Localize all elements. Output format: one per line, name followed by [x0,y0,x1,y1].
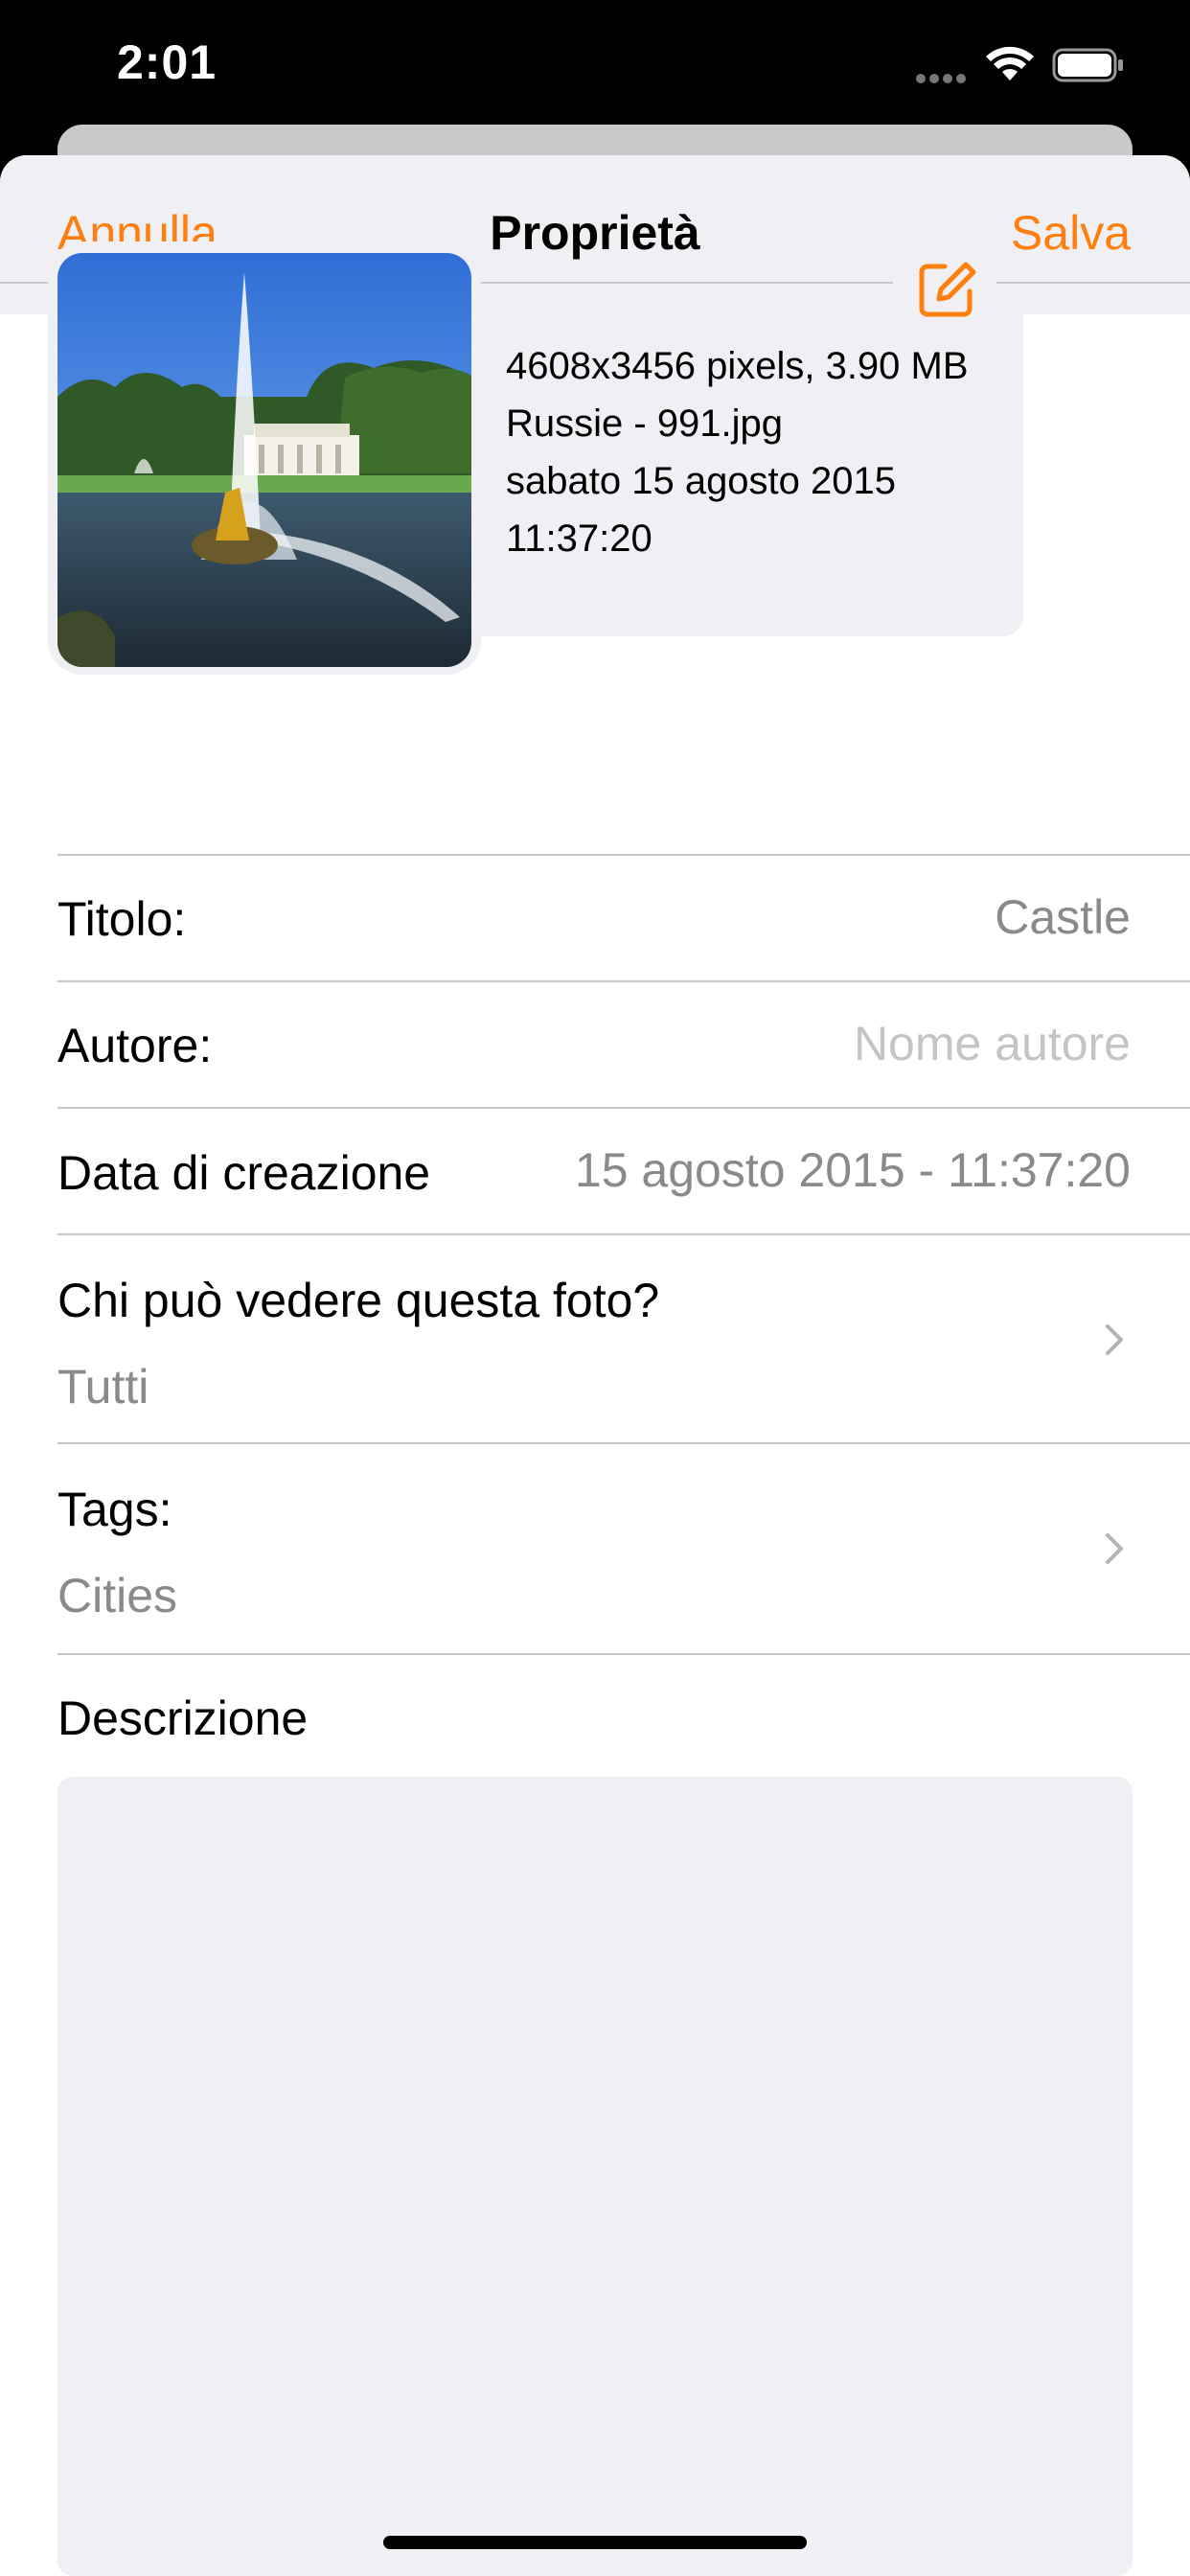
home-indicator [383,2536,807,2549]
status-bar: 2:01 [0,0,1190,125]
author-field[interactable]: Nome autore [854,1016,1131,1071]
tags-value: Cities [57,1569,178,1622]
tags-label: Tags: [57,1483,172,1536]
save-button[interactable]: Salva [1011,205,1131,261]
battery-icon [1052,48,1123,82]
wifi-icon [986,46,1034,80]
photo-info: 4608x3456 pixels, 3.90 MB Russie - 991.j… [506,337,969,567]
status-time: 2:01 [117,35,217,89]
chevron-right-icon [1106,1533,1123,1564]
tags-row[interactable] [0,1444,1190,1653]
photo-date: sabato 15 agosto 2015 [506,460,897,502]
title-field[interactable]: Castle [995,889,1131,945]
cellular-signal-icon [916,71,970,88]
edit-icon[interactable] [910,253,983,326]
divider [57,1653,1190,1655]
privacy-label: Chi può vedere questa foto? [57,1274,660,1327]
photo-filename: Russie - 991.jpg [506,402,784,445]
title-label: Titolo: [57,892,187,946]
photo-thumbnail[interactable] [57,253,471,667]
author-label: Autore: [57,1019,213,1072]
creation-date-label: Data di creazione [57,1146,431,1200]
creation-date-value[interactable]: 15 agosto 2015 - 11:37:20 [575,1142,1131,1198]
privacy-value: Tutti [57,1360,149,1414]
photo-time: 11:37:20 [506,518,652,560]
privacy-row[interactable] [0,1235,1190,1442]
chevron-right-icon [1106,1324,1123,1355]
description-textarea[interactable] [57,1777,1133,2576]
photo-dimensions-size: 4608x3456 pixels, 3.90 MB [506,345,969,387]
description-label: Descrizione [57,1691,309,1745]
